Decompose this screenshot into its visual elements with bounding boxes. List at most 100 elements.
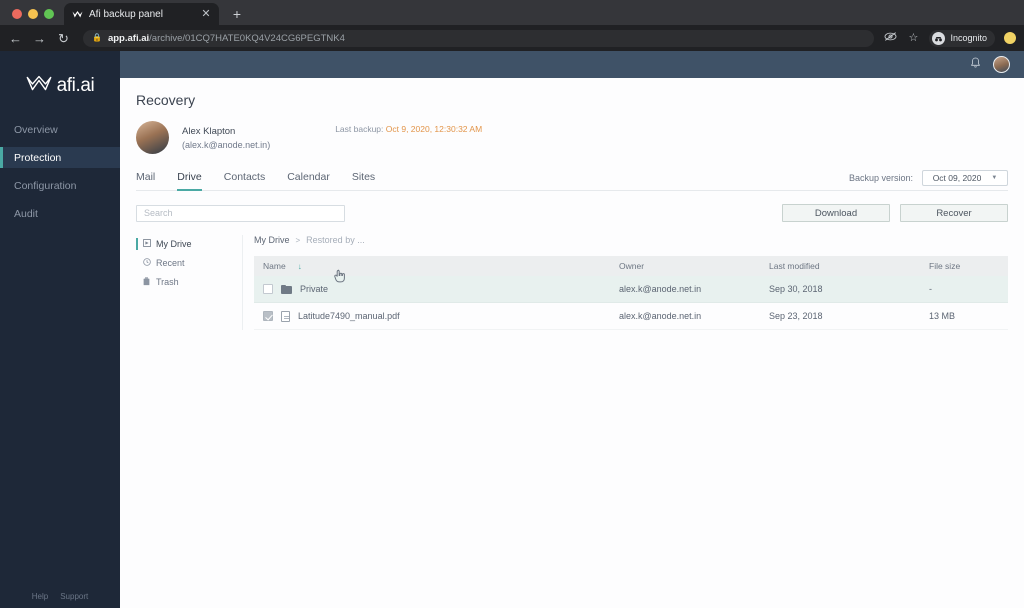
main-sidebar: afi.ai Overview Protection Configuration… [0, 51, 120, 608]
star-icon[interactable]: ☆ [906, 32, 920, 44]
user-avatar-icon[interactable] [993, 56, 1010, 73]
account-summary: Alex Klapton (alex.k@anode.net.in) Last … [136, 121, 1008, 154]
account-email: (alex.k@anode.net.in) [182, 139, 271, 150]
column-header-size[interactable]: File size [929, 261, 1008, 271]
tree-item-label: Recent [156, 258, 185, 268]
page-content: Recovery Alex Klapton (alex.k@anode.net.… [120, 78, 1024, 608]
bell-icon[interactable] [970, 57, 981, 72]
arrow-right-icon[interactable]: → [32, 32, 47, 45]
column-header-modified[interactable]: Last modified [769, 261, 929, 271]
tab-sites[interactable]: Sites [352, 171, 375, 191]
service-tabs-bar: Mail Drive Contacts Calendar Sites Backu… [136, 170, 1008, 191]
tab-drive[interactable]: Drive [177, 171, 202, 191]
sidebar-item-audit[interactable]: Audit [0, 203, 120, 224]
account-name: Alex Klapton [182, 125, 236, 137]
file-modified-cell: Sep 23, 2018 [769, 311, 823, 321]
sidebar-item-overview[interactable]: Overview [0, 119, 120, 140]
tree-item-my-drive[interactable]: My Drive [136, 237, 242, 251]
close-icon[interactable]: ✕ [200, 8, 212, 20]
file-owner-cell: alex.k@anode.net.in [619, 284, 702, 294]
search-input[interactable] [136, 204, 345, 222]
plus-icon[interactable]: + [229, 7, 245, 21]
file-size-cell: - [929, 284, 932, 294]
eye-slash-icon[interactable] [883, 31, 897, 45]
address-path: /archive/01CQ7HATE0KQ4V24CG6PEGTNK4 [149, 32, 345, 44]
table-row[interactable]: Private alex.k@anode.net.in Sep 30, 2018… [254, 276, 1008, 303]
trash-icon [142, 276, 151, 288]
close-window-button[interactable] [12, 9, 22, 19]
tree-item-trash[interactable]: Trash [136, 275, 242, 289]
toolbar-row: Download Recover [136, 204, 1008, 222]
column-header-owner[interactable]: Owner [619, 261, 769, 271]
tab-label: Calendar [287, 171, 330, 183]
app-logo[interactable]: afi.ai [0, 51, 120, 119]
tab-mail[interactable]: Mail [136, 171, 155, 191]
tab-label: Contacts [223, 171, 266, 183]
drive-body: My Drive Recent Trash My Drive > Restore… [136, 235, 1008, 330]
sidebar-item-label: Protection [14, 151, 62, 164]
folder-icon [281, 284, 292, 294]
action-buttons: Download Recover [782, 204, 1008, 222]
file-name: Private [300, 284, 329, 294]
browser-tab-title: Afi backup panel [89, 8, 163, 20]
file-size-cell: 13 MB [929, 311, 956, 321]
recover-button[interactable]: Recover [900, 204, 1008, 222]
last-backup-info: Last backup: Oct 9, 2020, 12:30:32 AM [335, 124, 482, 134]
download-button-label: Download [814, 207, 858, 219]
service-tabs: Mail Drive Contacts Calendar Sites [136, 171, 375, 191]
breadcrumb: My Drive > Restored by ... [254, 235, 1008, 245]
maximize-window-button[interactable] [44, 9, 54, 19]
reload-icon[interactable]: ↻ [56, 32, 71, 45]
app-topbar [120, 51, 1024, 78]
file-owner-cell: alex.k@anode.net.in [619, 311, 702, 321]
pdf-file-icon [281, 310, 290, 322]
arrow-left-icon[interactable]: ← [8, 32, 23, 45]
breadcrumb-current: Restored by ... [306, 235, 365, 245]
recover-button-label: Recover [936, 207, 972, 219]
file-name-cell: Latitude7490_manual.pdf [254, 310, 619, 322]
sidebar-item-protection[interactable]: Protection [0, 147, 120, 168]
browser-tab-strip: Afi backup panel ✕ + [0, 0, 1024, 25]
backup-version-control: Backup version: Oct 09, 2020 ▼ [849, 170, 1008, 190]
minimize-window-button[interactable] [28, 9, 38, 19]
sidebar-item-configuration[interactable]: Configuration [0, 175, 120, 196]
column-header-size-label: File size [929, 261, 961, 271]
afi-crown-logo-icon [26, 75, 52, 97]
afi-crown-icon [71, 8, 83, 20]
browser-tab[interactable]: Afi backup panel ✕ [64, 3, 219, 25]
row-checkbox[interactable] [263, 284, 273, 294]
tab-contacts[interactable]: Contacts [224, 171, 265, 191]
address-bar[interactable]: 🔒 app.afi.ai/archive/01CQ7HATE0KQ4V24CG6… [83, 29, 875, 47]
last-backup-value: Oct 9, 2020, 12:30:32 AM [385, 124, 483, 134]
profile-avatar-icon[interactable] [1004, 32, 1016, 44]
last-backup-label: Last backup: [335, 124, 384, 134]
app-logo-text: afi.ai [56, 75, 95, 96]
lock-icon: 🔒 [92, 33, 102, 42]
tab-calendar[interactable]: Calendar [287, 171, 330, 191]
backup-version-dropdown[interactable]: Oct 09, 2020 ▼ [922, 170, 1008, 186]
file-modified-cell: Sep 30, 2018 [769, 284, 823, 294]
help-link[interactable]: Help [32, 592, 48, 601]
tree-item-recent[interactable]: Recent [136, 256, 242, 270]
drive-icon [142, 238, 151, 249]
file-browser: My Drive > Restored by ... Name ↓ Owner [242, 235, 1008, 330]
column-header-modified-label: Last modified [769, 261, 820, 271]
row-checkbox[interactable] [263, 311, 273, 321]
breadcrumb-root[interactable]: My Drive [254, 235, 290, 245]
browser-window: Afi backup panel ✕ + ← → ↻ 🔒 app.afi.ai/… [0, 0, 1024, 608]
arrow-down-icon: ↓ [297, 261, 302, 271]
table-row[interactable]: Latitude7490_manual.pdf alex.k@anode.net… [254, 303, 1008, 330]
sidebar-item-label: Configuration [14, 179, 77, 192]
chevron-down-icon: ▼ [991, 175, 998, 181]
tree-item-label: Trash [156, 277, 179, 287]
support-link[interactable]: Support [60, 592, 88, 601]
backup-version-value: Oct 09, 2020 [932, 173, 982, 183]
tab-label: Sites [351, 171, 376, 183]
column-header-name[interactable]: Name ↓ [254, 261, 619, 271]
download-button[interactable]: Download [782, 204, 890, 222]
user-photo-icon [136, 121, 169, 154]
page-title: Recovery [136, 92, 196, 108]
application-root: afi.ai Overview Protection Configuration… [0, 51, 1024, 608]
incognito-indicator[interactable]: Incognito [929, 29, 995, 47]
window-traffic-lights [8, 9, 64, 25]
